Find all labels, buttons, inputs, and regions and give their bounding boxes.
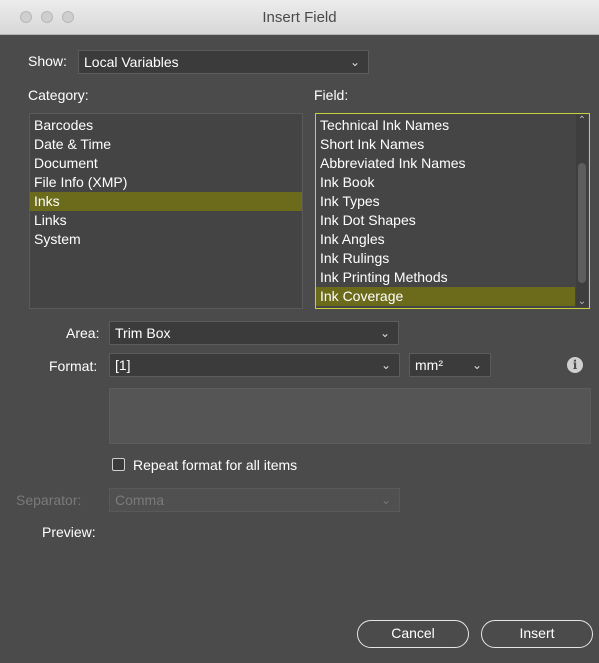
separator-label: Separator: <box>16 492 82 508</box>
format-select-value: [1] <box>115 357 131 373</box>
field-item-ink-dot-shapes[interactable]: Ink Dot Shapes <box>316 211 589 230</box>
category-item-inks[interactable]: Inks <box>30 192 302 211</box>
chevron-down-icon: ⌄ <box>380 358 391 372</box>
field-list-scrollbar[interactable]: ⌃ ⌄ <box>576 115 588 307</box>
category-item-barcodes[interactable]: Barcodes <box>30 116 302 135</box>
format-text-area[interactable] <box>109 388 591 444</box>
field-item-abbreviated-ink-names[interactable]: Abbreviated Ink Names <box>316 154 589 173</box>
show-label: Show: <box>28 53 67 69</box>
area-select-value: Trim Box <box>115 325 171 341</box>
unit-select[interactable]: mm² ⌄ <box>409 353 491 377</box>
field-list[interactable]: Technical Ink Names Short Ink Names Abbr… <box>315 113 590 309</box>
chevron-down-icon: ⌄ <box>379 326 390 340</box>
field-item-short-ink-names[interactable]: Short Ink Names <box>316 135 589 154</box>
field-label: Field: <box>314 87 349 103</box>
chevron-down-icon: ⌄ <box>349 55 360 69</box>
insert-button[interactable]: Insert <box>481 620 593 648</box>
area-select[interactable]: Trim Box ⌄ <box>109 321 399 345</box>
separator-select-value: Comma <box>115 492 165 508</box>
field-item-ink-coverage[interactable]: Ink Coverage <box>316 287 575 306</box>
info-icon[interactable]: i <box>567 357 583 373</box>
category-item-system[interactable]: System <box>30 230 302 249</box>
category-item-document[interactable]: Document <box>30 154 302 173</box>
show-select-value: Local Variables <box>84 54 179 70</box>
show-select[interactable]: Local Variables ⌄ <box>78 50 369 74</box>
field-item-ink-angles[interactable]: Ink Angles <box>316 230 589 249</box>
repeat-format-label[interactable]: Repeat format for all items <box>133 457 297 473</box>
area-label: Area: <box>66 325 100 341</box>
preview-label: Preview: <box>42 524 96 540</box>
format-select[interactable]: [1] ⌄ <box>109 353 400 377</box>
separator-select: Comma ⌄ <box>109 488 400 512</box>
chevron-down-icon: ⌄ <box>380 493 391 507</box>
window-title: Insert Field <box>262 9 337 26</box>
category-list[interactable]: Barcodes Date & Time Document File Info … <box>29 113 303 309</box>
scroll-down-icon[interactable]: ⌄ <box>576 296 588 307</box>
category-label: Category: <box>28 87 89 103</box>
scrollbar-thumb[interactable] <box>578 163 586 283</box>
scroll-up-icon[interactable]: ⌃ <box>576 115 588 126</box>
chevron-down-icon: ⌄ <box>471 358 482 372</box>
format-label: Format: <box>49 358 98 374</box>
unit-select-value: mm² <box>415 357 443 373</box>
category-item-file-info[interactable]: File Info (XMP) <box>30 173 302 192</box>
insert-field-dialog: Insert Field Show: Local Variables ⌄ Cat… <box>0 0 599 663</box>
category-item-date-time[interactable]: Date & Time <box>30 135 302 154</box>
field-item-ink-printing-methods[interactable]: Ink Printing Methods <box>316 268 589 287</box>
field-item-ink-book[interactable]: Ink Book <box>316 173 589 192</box>
repeat-format-checkbox[interactable] <box>112 458 125 471</box>
field-item-ink-types[interactable]: Ink Types <box>316 192 589 211</box>
category-item-links[interactable]: Links <box>30 211 302 230</box>
field-item-ink-rulings[interactable]: Ink Rulings <box>316 249 589 268</box>
field-item-technical-ink-names[interactable]: Technical Ink Names <box>316 116 589 135</box>
cancel-button[interactable]: Cancel <box>357 620 469 648</box>
title-bar: Insert Field <box>0 0 599 35</box>
